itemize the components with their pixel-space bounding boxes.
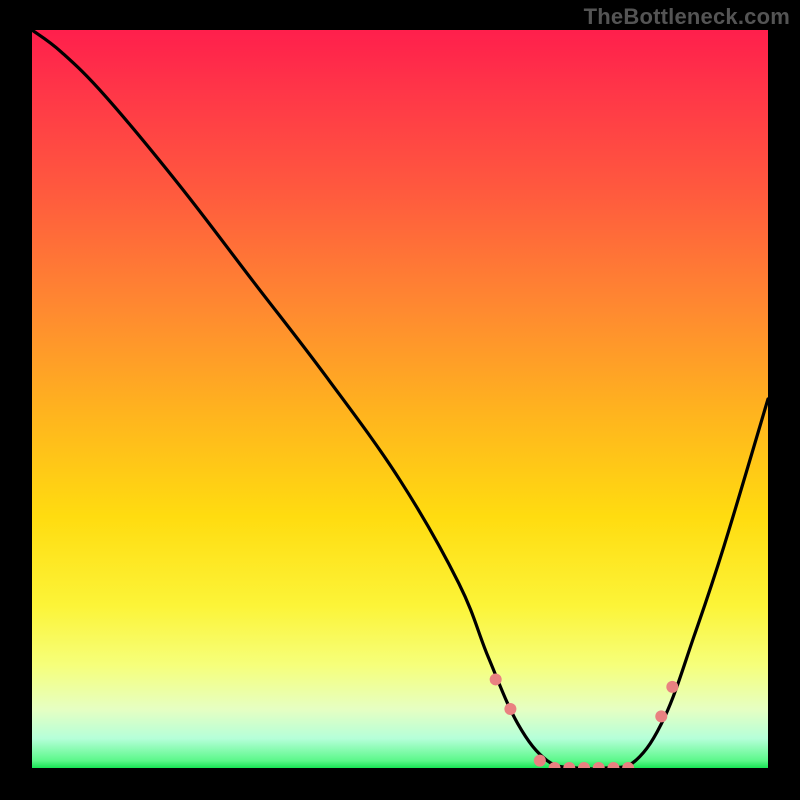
highlight-marker <box>578 762 590 768</box>
highlight-markers <box>32 30 768 768</box>
highlight-marker <box>607 762 619 768</box>
highlight-marker <box>563 762 575 768</box>
highlight-marker <box>622 762 634 768</box>
highlight-marker <box>655 710 667 722</box>
chart-frame: TheBottleneck.com <box>0 0 800 800</box>
plot-container <box>32 30 768 768</box>
plot-area <box>32 30 768 768</box>
highlight-marker <box>593 762 605 768</box>
highlight-marker <box>534 755 546 767</box>
watermark-text: TheBottleneck.com <box>584 4 790 30</box>
highlight-marker <box>549 762 561 768</box>
highlight-marker <box>490 673 502 685</box>
highlight-marker <box>666 681 678 693</box>
highlight-marker <box>504 703 516 715</box>
